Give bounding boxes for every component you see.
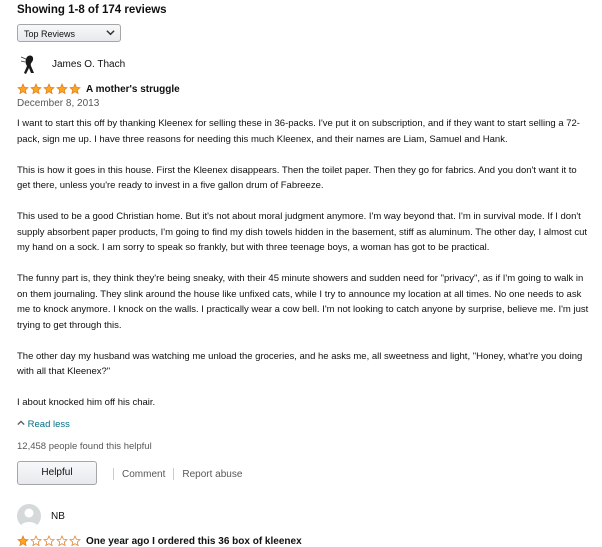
chevron-down-icon xyxy=(106,25,115,43)
star-empty-icon xyxy=(30,535,42,547)
reviewer-name: James O. Thach xyxy=(52,58,126,70)
review-paragraph: I want to start this off by thanking Kle… xyxy=(17,118,580,145)
review-paragraph: The funny part is, they think they're be… xyxy=(17,273,589,331)
divider xyxy=(173,468,175,480)
star-filled-icon xyxy=(30,83,42,95)
sort-dropdown[interactable]: Top Reviews xyxy=(17,24,121,42)
rating-row: A mother's struggle xyxy=(17,83,180,95)
review-paragraph: This used to be a good Christian home. B… xyxy=(17,211,588,253)
star-filled-icon xyxy=(56,83,68,95)
review-body: I want to start this off by thanking Kle… xyxy=(17,116,589,426)
star-empty-icon xyxy=(69,535,81,547)
review-title[interactable]: A mother's struggle xyxy=(86,84,180,95)
star-empty-icon xyxy=(56,535,68,547)
star-rating[interactable] xyxy=(17,83,82,95)
review-card: James O. Thach A mother's struggle Decem… xyxy=(17,50,592,485)
star-filled-icon xyxy=(17,83,29,95)
review-paragraph: This is how it goes in this house. First… xyxy=(17,164,577,192)
review-count-heading: Showing 1-8 of 174 reviews xyxy=(17,4,167,16)
star-filled-icon xyxy=(17,535,29,547)
helpful-button[interactable]: Helpful xyxy=(17,461,97,485)
star-rating[interactable] xyxy=(17,535,82,547)
avatar xyxy=(17,51,43,77)
reviewer-profile[interactable]: James O. Thach xyxy=(17,50,592,78)
star-filled-icon xyxy=(69,83,81,95)
review-actions: Comment Report abuse xyxy=(105,468,242,480)
reviewer-name: NB xyxy=(51,510,65,522)
read-less-link[interactable]: Read less xyxy=(17,419,70,430)
review-card: NB One year ago I ordered this 36 box of… xyxy=(17,502,592,547)
star-filled-icon xyxy=(43,83,55,95)
divider xyxy=(113,468,114,480)
chevron-up-icon xyxy=(17,419,28,430)
star-empty-icon xyxy=(43,535,55,547)
read-less-label: Read less xyxy=(27,419,70,430)
rating-row: One year ago I ordered this 36 box of kl… xyxy=(17,535,302,547)
review-paragraph: I about knocked him off his chair. xyxy=(17,397,156,408)
reviewer-profile[interactable]: NB xyxy=(17,502,592,530)
helpful-count: 12,458 people found this helpful xyxy=(17,441,152,452)
review-date: December 8, 2013 xyxy=(17,98,100,109)
report-abuse-link[interactable]: Report abuse xyxy=(182,469,242,480)
comment-link[interactable]: Comment xyxy=(122,469,165,480)
review-paragraph: The other day my husband was watching me… xyxy=(17,350,583,378)
sort-selected-label: Top Reviews xyxy=(24,29,76,39)
avatar xyxy=(17,504,41,528)
review-title[interactable]: One year ago I ordered this 36 box of kl… xyxy=(86,536,302,547)
